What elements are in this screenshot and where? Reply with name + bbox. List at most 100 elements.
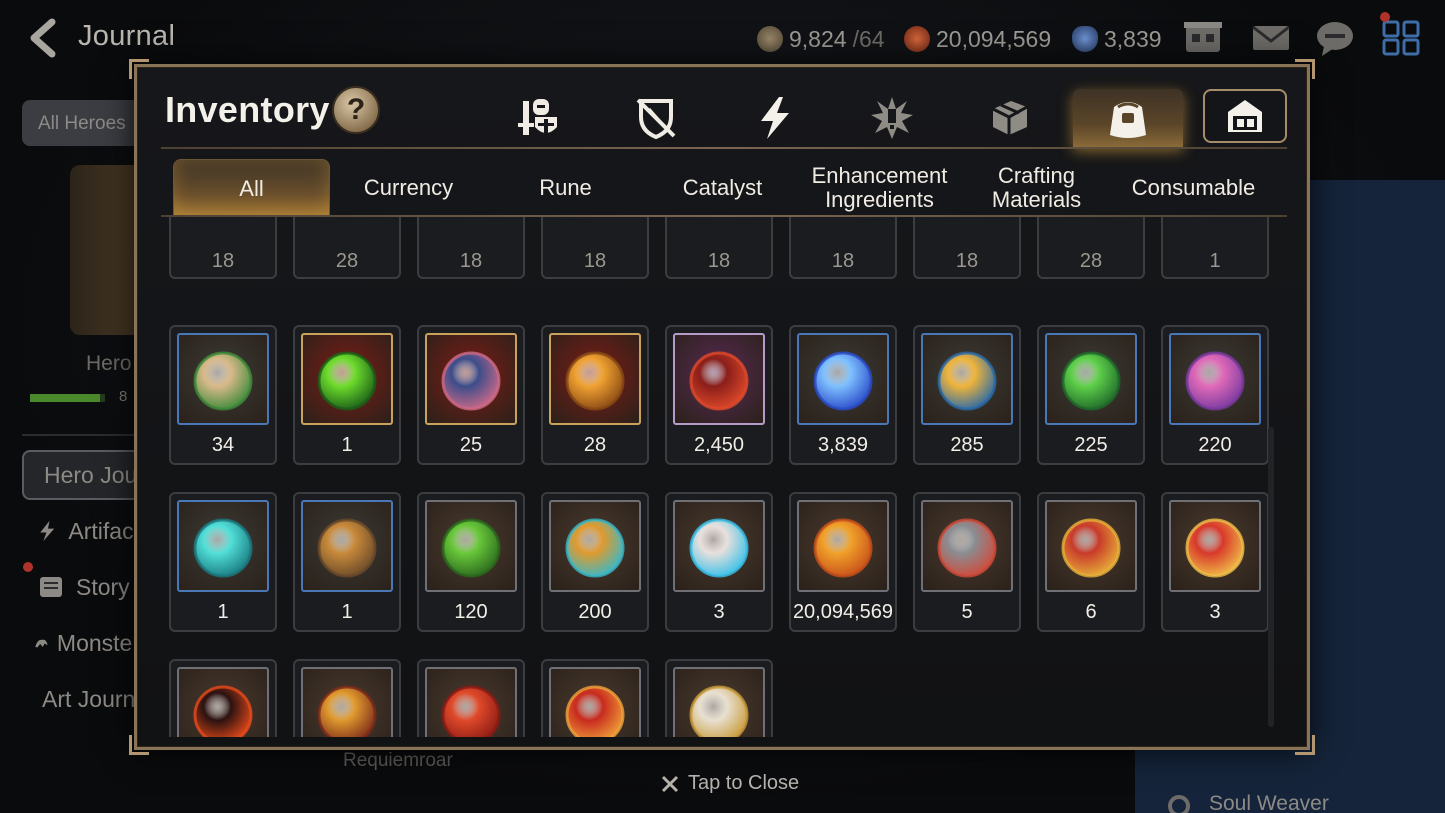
inventory-slot[interactable]: 120 [417,492,525,632]
tab-catalyst[interactable]: Catalyst [644,159,801,217]
sidebar-divider [22,434,140,436]
item-quantity: 120 [454,601,488,623]
tab-boxes[interactable] [955,89,1065,147]
tab-storage[interactable] [1203,89,1287,143]
inventory-slot[interactable]: 2,450 [665,325,773,465]
inventory-slot[interactable]: 1,000 [293,659,401,737]
sidebar-item-monster[interactable]: Monster [22,618,140,668]
scroll-icon [40,577,62,597]
gold-coin-icon [904,26,930,52]
cyan-crystal-icon [193,518,253,578]
tab-runes[interactable] [837,89,947,147]
item-quantity: 6 [1085,601,1097,623]
item-quantity: 1 [217,601,229,623]
inventory-slot[interactable]: 3 [665,492,773,632]
item-frame [1045,333,1137,425]
inventory-slot[interactable]: 1 [1161,217,1269,279]
back-button[interactable] [22,16,62,60]
inventory-slot[interactable]: 1 [169,492,277,632]
inventory-slot[interactable]: 18 [541,217,649,279]
scrollbar[interactable] [1268,427,1274,727]
shop-button[interactable] [1182,18,1224,58]
inventory-slot[interactable]: 34 [169,325,277,465]
frame-corner [1295,735,1315,755]
item-frame [425,333,517,425]
inventory-slot[interactable]: 20,094,569 [789,492,897,632]
menu-button[interactable] [1380,12,1422,58]
broken-shield-icon [636,98,676,140]
frame-corner [129,59,149,79]
skystone-icon [1072,26,1098,52]
class-icon [1168,795,1190,813]
sidebar-item-story[interactable]: Story [22,562,140,612]
help-label: ? [346,93,366,126]
tab-equipment[interactable] [483,89,593,147]
inventory-slot[interactable]: 3,839 [789,325,897,465]
tab-bag[interactable] [1073,89,1183,147]
tab-currency[interactable]: Currency [330,159,487,217]
hero-progress-fill [30,394,100,402]
item-frame [797,333,889,425]
tab-enhancement-ingredients[interactable]: Enhancement Ingredients [801,159,958,217]
storage-house-icon [1228,100,1262,132]
inventory-grid[interactable]: 18 28 18 18 18 18 18 28 1 34 1 25 28 2,450 3,839 285 225… [165,217,1285,737]
inventory-slot[interactable]: 1 [293,325,401,465]
resource-value: 20,094,569 [936,25,1052,52]
sidebar-item-art-journal[interactable]: Art Journal [22,674,140,724]
chat-icon [1317,22,1353,56]
inventory-slot[interactable]: 18 [913,217,1021,279]
inventory-slot[interactable]: 6 [169,659,277,737]
inventory-slot[interactable]: 28 [1037,217,1145,279]
hero-name-label: Requiemroar [343,750,453,771]
tab-rune[interactable]: Rune [487,159,644,217]
inventory-slot[interactable]: 285 [913,325,1021,465]
inventory-slot[interactable]: 18 [789,217,897,279]
soul-weaver-filter[interactable]: Soul Weaver [1165,792,1329,813]
resource-value: 9,824 [789,25,847,52]
item-quantity: 1 [1209,250,1221,272]
tap-to-close-button[interactable]: Tap to Close [660,772,799,795]
inventory-slot[interactable]: 18 [169,217,277,279]
inventory-slot[interactable]: 3 [1161,492,1269,632]
inventory-slot[interactable]: 28 [541,325,649,465]
journal-book-image [70,165,140,335]
sidebar-item-label: Art Journal [42,685,140,712]
tab-crafting-materials[interactable]: Crafting Materials [958,159,1115,217]
tab-consumable[interactable]: Consumable [1115,159,1272,217]
inventory-slot[interactable]: 5 [913,492,1021,632]
inventory-slot[interactable]: 1 [293,492,401,632]
page-title: Journal [78,20,176,52]
sidebar-item-label: Monster [56,629,140,656]
inventory-slot[interactable]: 9,824 [665,659,773,737]
red-seal-icon [1185,518,1245,578]
inventory-slot[interactable]: 220 [1161,325,1269,465]
inventory-slot[interactable]: 225 [1037,325,1145,465]
chat-button[interactable] [1314,18,1356,58]
sidebar-item-hero-journal[interactable]: Hero Journal [22,450,140,500]
sidebar-item-label: Story [76,573,130,600]
inventory-slot[interactable]: 18 [417,217,525,279]
resource-stamina[interactable]: 9,824/64 [757,22,885,56]
sidebar-item-artifact[interactable]: Artifact [22,506,140,556]
resource-gold[interactable]: 20,094,569 [904,22,1051,56]
help-button[interactable]: ? [332,86,380,134]
inventory-slot[interactable]: 13 [417,659,525,737]
tab-spirit[interactable] [719,89,829,147]
all-heroes-filter[interactable]: All Heroes [22,100,142,146]
inventory-slot[interactable]: 18 [665,217,773,279]
resource-skystone[interactable]: 3,839 [1072,22,1162,56]
item-quantity: 285 [950,434,984,456]
inventory-slot[interactable]: 200 [541,492,649,632]
grid-menu-icon [1382,20,1420,56]
tab-all[interactable]: All [173,159,330,217]
sub-tab-bar: All Currency Rune Catalyst Enhancement I… [173,159,1273,217]
inventory-slot[interactable]: 6 [1037,492,1145,632]
bag-icon [1110,102,1146,138]
tab-artifacts[interactable] [601,89,711,147]
sidebar-item-label: Artifact [68,517,140,544]
inventory-slot[interactable]: 100 [541,659,649,737]
inventory-slot[interactable]: 28 [293,217,401,279]
inventory-slot[interactable]: 25 [417,325,525,465]
mail-button[interactable] [1250,18,1292,58]
equipment-icon [518,99,557,135]
